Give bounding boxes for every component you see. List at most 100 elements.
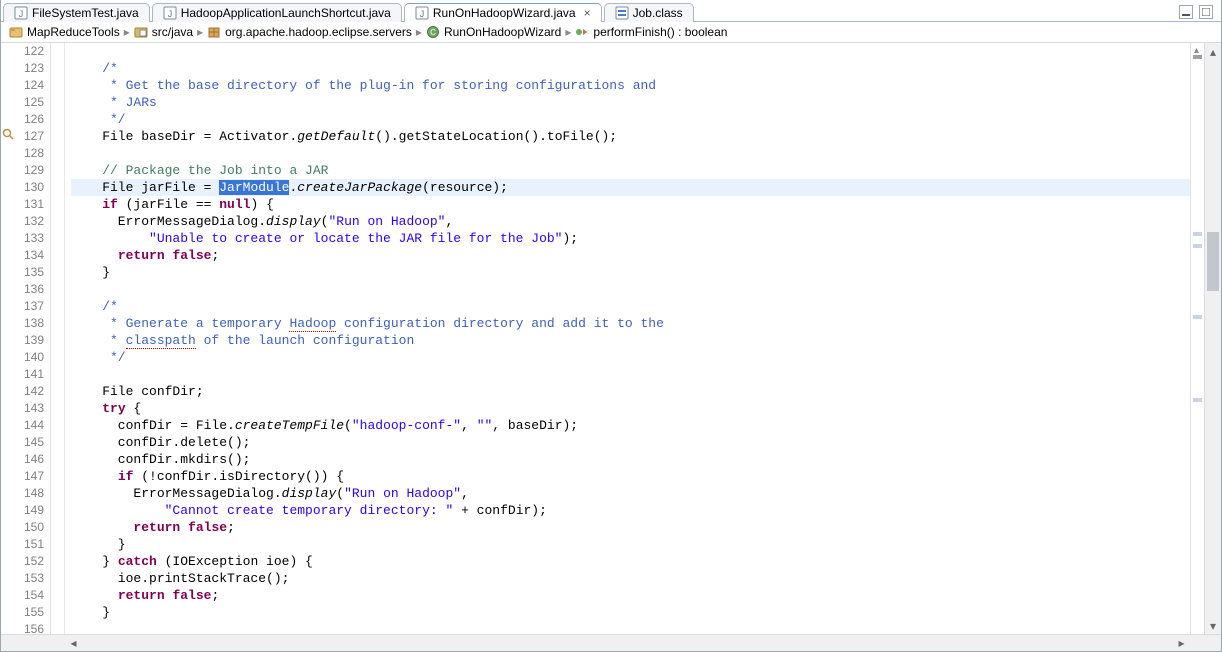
code-line[interactable] [71,621,1190,634]
breadcrumb: MapReduceTools ▸ src/java ▸ org.apache.hadoo… [1,22,1221,43]
scroll-left-arrow[interactable]: ◂ [65,635,82,651]
svg-text:J: J [420,9,425,19]
vertical-scrollbar[interactable]: ▴ ▾ [1204,43,1221,634]
code-line[interactable] [71,43,1190,60]
line-number: 155 [15,604,44,621]
svg-text:J: J [19,9,24,19]
overview-mark[interactable] [1193,244,1202,248]
code-line[interactable]: /* [71,298,1190,315]
code-line[interactable] [71,366,1190,383]
code-line[interactable]: /* [71,60,1190,77]
breadcrumb-item[interactable]: performFinish() : boolean [575,25,727,39]
code-line[interactable]: return false; [71,587,1190,604]
overview-ruler[interactable]: ▴ [1190,43,1204,634]
package-icon [207,25,221,39]
code-line[interactable]: } [71,536,1190,553]
line-number: 123 [15,60,44,77]
line-number: 136 [15,281,44,298]
code-line[interactable]: File confDir; [71,383,1190,400]
scroll-down-arrow[interactable]: ▾ [1205,617,1221,634]
maximize-view-button[interactable] [1199,5,1213,19]
code-line[interactable]: */ [71,111,1190,128]
maximize-icon [1202,8,1210,16]
minimize-view-button[interactable] [1179,5,1193,19]
code-line[interactable]: File jarFile = JarModule.createJarPackag… [71,179,1190,196]
code-line[interactable]: return false; [71,247,1190,264]
method-icon [575,25,589,39]
line-number: 151 [15,536,44,553]
java-file-icon: J [163,6,177,20]
code-line[interactable]: confDir.mkdirs(); [71,451,1190,468]
svg-text:J: J [167,9,172,19]
overview-mark[interactable] [1193,398,1202,402]
code-line[interactable]: ErrorMessageDialog.display("Run on Hadoo… [71,485,1190,502]
code-line[interactable]: * Generate a temporary Hadoop configurat… [71,315,1190,332]
class-file-icon [615,6,629,20]
horizontal-scrollbar[interactable]: ◂ ▸ [1,634,1221,651]
code-line[interactable]: File baseDir = Activator.getDefault().ge… [71,128,1190,145]
code-line[interactable]: confDir = File.createTempFile("hadoop-co… [71,417,1190,434]
scroll-right-arrow[interactable]: ▸ [1173,635,1190,651]
editor-tab[interactable]: J HadoopApplicationLaunchShortcut.java [152,3,402,22]
editor-tab[interactable]: JFileSystemTest.java [3,3,150,22]
breadcrumb-separator-icon: ▸ [124,25,130,39]
code-line[interactable] [71,145,1190,162]
tab-label: RunOnHadoopWizard.java [433,6,576,20]
breadcrumb-label: performFinish() : boolean [593,25,727,39]
code-line[interactable]: ioe.printStackTrace(); [71,570,1190,587]
line-number: 148 [15,485,44,502]
tab-toolbar [1179,5,1221,21]
code-line[interactable]: ErrorMessageDialog.display("Run on Hadoo… [71,213,1190,230]
breadcrumb-item[interactable]: MapReduceTools [9,25,120,39]
line-number: 142 [15,383,44,400]
code-line[interactable]: */ [71,349,1190,366]
line-number: 128 [15,145,44,162]
line-number: 125 [15,94,44,111]
code-line[interactable]: "Cannot create temporary directory: " + … [71,502,1190,519]
code-line[interactable]: "Unable to create or locate the JAR file… [71,230,1190,247]
overview-mark[interactable] [1193,55,1202,59]
java-file-icon: J [14,6,28,20]
java-file-icon: J [415,6,429,20]
project-icon [9,25,23,39]
breadcrumb-separator-icon: ▸ [197,25,203,39]
class-icon: C [426,25,440,39]
breadcrumb-label: RunOnHadoopWizard [444,25,561,39]
overview-mark[interactable] [1193,315,1202,319]
code-line[interactable]: * Get the base directory of the plug-in … [71,77,1190,94]
code-line[interactable]: } catch (IOException ioe) { [71,553,1190,570]
code-line[interactable]: return false; [71,519,1190,536]
line-number: 131 [15,196,44,213]
code-editor[interactable]: /* * Get the base directory of the plug-… [65,43,1190,634]
line-number: 146 [15,451,44,468]
code-line[interactable]: // Package the Job into a JAR [71,162,1190,179]
breadcrumb-item[interactable]: C RunOnHadoopWizard [426,25,561,39]
code-line[interactable]: } [71,604,1190,621]
line-number: 141 [15,366,44,383]
line-number: 139 [15,332,44,349]
code-line[interactable]: if (!confDir.isDirectory()) { [71,468,1190,485]
vertical-scroll-thumb[interactable] [1207,232,1219,291]
line-number: 129 [15,162,44,179]
code-line[interactable]: confDir.delete(); [71,434,1190,451]
code-line[interactable]: * classpath of the launch configuration [71,332,1190,349]
line-number: 153 [15,570,44,587]
code-line[interactable] [71,281,1190,298]
breadcrumb-item[interactable]: src/java [134,25,193,39]
editor-tab[interactable]: J RunOnHadoopWizard.java × [404,3,602,22]
line-number: 144 [15,417,44,434]
search-marker-icon [2,128,14,145]
editor-tab[interactable]: Job.class [604,3,694,22]
scroll-up-arrow[interactable]: ▴ [1205,43,1221,60]
code-line[interactable]: * JARs [71,94,1190,111]
tab-label: HadoopApplicationLaunchShortcut.java [181,6,391,20]
code-line[interactable]: if (jarFile == null) { [71,196,1190,213]
line-number: 124 [15,77,44,94]
code-line[interactable]: } [71,264,1190,281]
breadcrumb-label: src/java [152,25,193,39]
breadcrumb-separator-icon: ▸ [565,25,571,39]
breadcrumb-item[interactable]: org.apache.hadoop.eclipse.servers [207,25,412,39]
code-line[interactable]: try { [71,400,1190,417]
close-tab-icon[interactable]: × [584,6,591,20]
overview-mark[interactable] [1193,232,1202,236]
